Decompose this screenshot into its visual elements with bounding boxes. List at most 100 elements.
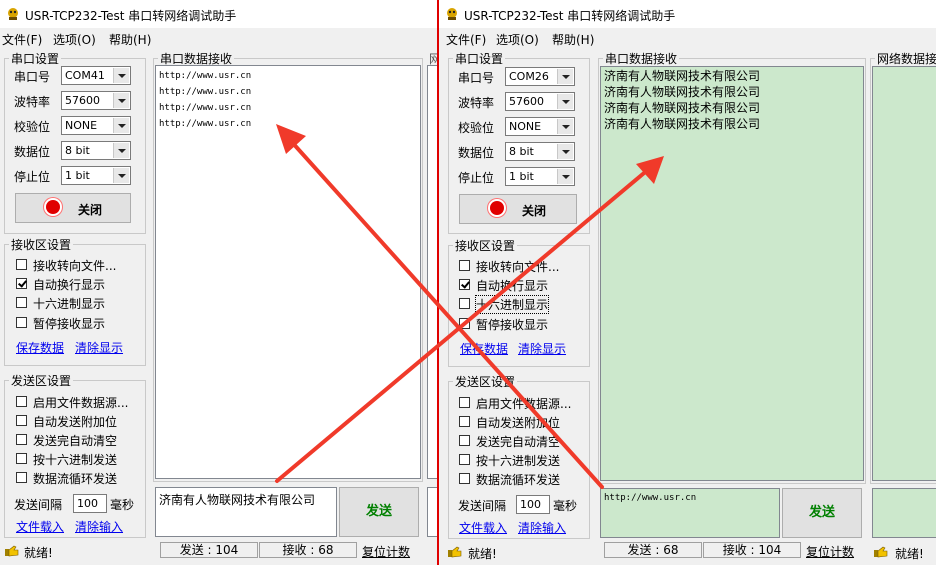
- menu-file[interactable]: 文件(F): [2, 31, 42, 48]
- send-input[interactable]: http://www.usr.cn: [600, 488, 780, 538]
- menu-options[interactable]: 选项(O): [496, 31, 539, 48]
- reset-count-button[interactable]: 复位计数: [362, 543, 410, 559]
- load-file-link[interactable]: 文件载入: [459, 519, 507, 536]
- databits-select[interactable]: 8 bit: [505, 142, 575, 161]
- hex-send-label: 按十六进制发送: [476, 454, 561, 468]
- send-button[interactable]: 发送: [782, 488, 862, 538]
- reset-count-button[interactable]: 复位计数: [806, 543, 854, 559]
- recv-data-area[interactable]: 济南有人物联网技术有限公司 济南有人物联网技术有限公司 济南有人物联网技术有限公…: [600, 66, 864, 481]
- title-bar[interactable]: USR-TCP232-Test 串口转网络调试助手: [439, 0, 936, 28]
- clear-input-link[interactable]: 清除输入: [518, 519, 566, 536]
- auto-append-checkbox[interactable]: [16, 415, 27, 426]
- menu-file[interactable]: 文件(F): [446, 31, 486, 48]
- loop-send-label: 数据流循环发送: [476, 473, 561, 487]
- clear-display-link[interactable]: 清除显示: [75, 339, 123, 356]
- right-app-window: USR-TCP232-Test 串口转网络调试助手 文件(F) 选项(O) 帮助…: [439, 0, 936, 565]
- title-bar[interactable]: USR-TCP232-Test 串口转网络调试助手: [0, 0, 437, 28]
- hand-icon: [874, 546, 888, 558]
- load-file-link[interactable]: 文件载入: [16, 518, 64, 535]
- interval-unit: 毫秒: [553, 499, 578, 513]
- window-title: USR-TCP232-Test 串口转网络调试助手: [464, 9, 676, 23]
- baud-select[interactable]: 57600: [505, 92, 575, 111]
- recv-line: http://www.usr.cn: [159, 103, 252, 113]
- parity-select[interactable]: NONE: [505, 117, 575, 136]
- auto-append-label: 自动发送附加位: [476, 416, 561, 430]
- close-port-button[interactable]: 关闭: [15, 193, 131, 223]
- interval-input[interactable]: 100: [516, 495, 550, 514]
- file-source-label: 启用文件数据源...: [476, 397, 572, 411]
- auto-append-checkbox[interactable]: [459, 416, 470, 427]
- pause-recv-checkbox[interactable]: [459, 318, 470, 329]
- hex-display-checkbox[interactable]: [459, 298, 470, 309]
- net-recv-title: 网络数据接: [877, 52, 936, 66]
- status-ready-secondary: 就绪!: [895, 547, 924, 561]
- interval-label: 发送间隔: [14, 498, 63, 512]
- status-ready: 就绪!: [24, 546, 53, 560]
- recv-data-area[interactable]: http://www.usr.cn http://www.usr.cn http…: [155, 65, 421, 479]
- databits-select[interactable]: 8 bit: [61, 141, 131, 160]
- loop-send-checkbox[interactable]: [459, 473, 470, 484]
- stopbits-label: 停止位: [14, 170, 51, 184]
- parity-select[interactable]: NONE: [61, 116, 131, 135]
- net-send-area[interactable]: [872, 488, 936, 538]
- menu-help[interactable]: 帮助(H): [552, 31, 594, 48]
- hex-send-checkbox[interactable]: [459, 454, 470, 465]
- recv-counter: 接收 : 104: [703, 542, 801, 558]
- recv-to-file-checkbox[interactable]: [16, 259, 27, 270]
- port-select[interactable]: COM41: [61, 66, 131, 85]
- net-recv-area[interactable]: [872, 66, 936, 481]
- left-app-window: USR-TCP232-Test 串口转网络调试助手 文件(F) 选项(O) 帮助…: [0, 0, 437, 565]
- sent-counter: 发送 : 104: [160, 542, 258, 558]
- app-icon: [447, 8, 457, 20]
- baud-label: 波特率: [14, 95, 51, 109]
- net-send-area-edge: [427, 487, 437, 537]
- save-data-link[interactable]: 保存数据: [460, 340, 508, 357]
- send-button[interactable]: 发送: [339, 487, 419, 537]
- hex-display-label: 十六进制显示: [33, 297, 106, 311]
- save-data-link[interactable]: 保存数据: [16, 339, 64, 356]
- hex-send-label: 按十六进制发送: [33, 453, 118, 467]
- auto-clear-checkbox[interactable]: [459, 435, 470, 446]
- recv-data-title: 串口数据接收: [605, 52, 678, 66]
- recv-to-file-checkbox[interactable]: [459, 260, 470, 271]
- hex-display-checkbox[interactable]: [16, 297, 27, 308]
- chevron-down-icon: [113, 143, 129, 158]
- file-source-checkbox[interactable]: [459, 397, 470, 408]
- parity-label: 校验位: [14, 120, 51, 134]
- hand-icon: [448, 546, 462, 558]
- loop-send-checkbox[interactable]: [16, 472, 27, 483]
- pause-recv-label: 暂停接收显示: [476, 318, 549, 332]
- auto-append-label: 自动发送附加位: [33, 415, 118, 429]
- serial-settings-title: 串口设置: [11, 52, 60, 66]
- interval-unit: 毫秒: [110, 498, 135, 512]
- interval-input[interactable]: 100: [73, 494, 107, 513]
- clear-input-link[interactable]: 清除输入: [75, 518, 123, 535]
- clear-display-link[interactable]: 清除显示: [518, 340, 566, 357]
- port-label: 串口号: [14, 70, 51, 84]
- auto-clear-checkbox[interactable]: [16, 434, 27, 445]
- stopbits-select[interactable]: 1 bit: [505, 167, 575, 186]
- recv-settings-title: 接收区设置: [455, 239, 516, 253]
- port-select[interactable]: COM26: [505, 67, 575, 86]
- auto-wrap-checkbox[interactable]: [459, 279, 470, 290]
- hex-send-checkbox[interactable]: [16, 453, 27, 464]
- pause-recv-checkbox[interactable]: [16, 317, 27, 328]
- send-input[interactable]: 济南有人物联网技术有限公司: [155, 487, 337, 537]
- auto-wrap-checkbox[interactable]: [16, 278, 27, 289]
- stopbits-select[interactable]: 1 bit: [61, 166, 131, 185]
- hand-icon: [5, 545, 19, 557]
- menu-options[interactable]: 选项(O): [53, 31, 96, 48]
- file-source-checkbox[interactable]: [16, 396, 27, 407]
- recv-line: 济南有人物联网技术有限公司: [604, 101, 761, 115]
- status-led-icon: [46, 200, 60, 214]
- auto-clear-label: 发送完自动清空: [476, 435, 561, 449]
- recv-settings-title: 接收区设置: [11, 238, 72, 252]
- close-port-button[interactable]: 关闭: [459, 194, 577, 224]
- sent-counter: 发送 : 68: [604, 542, 702, 558]
- net-recv-area-edge: [427, 65, 437, 479]
- databits-label: 数据位: [458, 146, 495, 160]
- baud-label: 波特率: [458, 96, 495, 110]
- recv-line: 济南有人物联网技术有限公司: [604, 117, 761, 131]
- menu-help[interactable]: 帮助(H): [109, 31, 151, 48]
- baud-select[interactable]: 57600: [61, 91, 131, 110]
